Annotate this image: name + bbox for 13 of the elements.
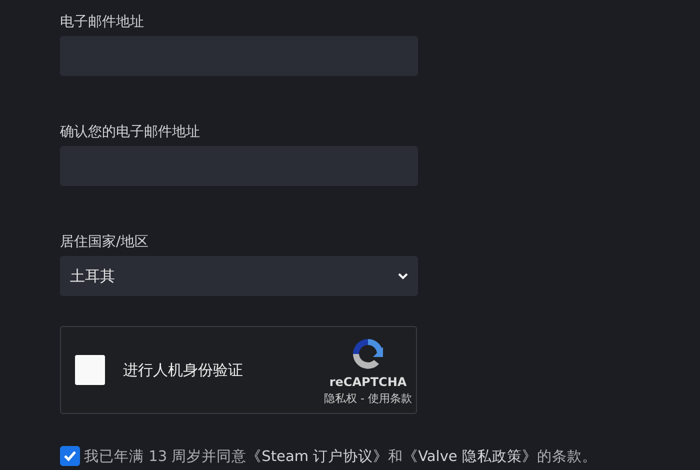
agreement-text: 我已年满 13 周岁并同意《Steam 订户协议》和《Valve 隐私政策》的条款。: [84, 448, 597, 466]
captcha-checkbox[interactable]: [75, 355, 105, 385]
captcha-label: 进行人机身份验证: [123, 360, 244, 380]
field-label: 电子邮件地址: [60, 13, 144, 32]
country-select[interactable]: 土耳其: [60, 256, 418, 296]
field-label: 居住国家/地区: [60, 233, 149, 252]
privacy-terms-links[interactable]: 隐私权 - 使用条款: [324, 390, 412, 406]
agreement-checkbox[interactable]: [60, 446, 80, 466]
chevron-down-icon: [398, 272, 408, 280]
privacy-policy-link[interactable]: 《Valve 隐私政策》: [403, 448, 537, 464]
recaptcha-brand: reCAPTCHA: [329, 374, 407, 388]
subscriber-agreement-link[interactable]: 《Steam 订户协议》: [246, 448, 388, 464]
field-label: 确认您的电子邮件地址: [60, 123, 200, 142]
